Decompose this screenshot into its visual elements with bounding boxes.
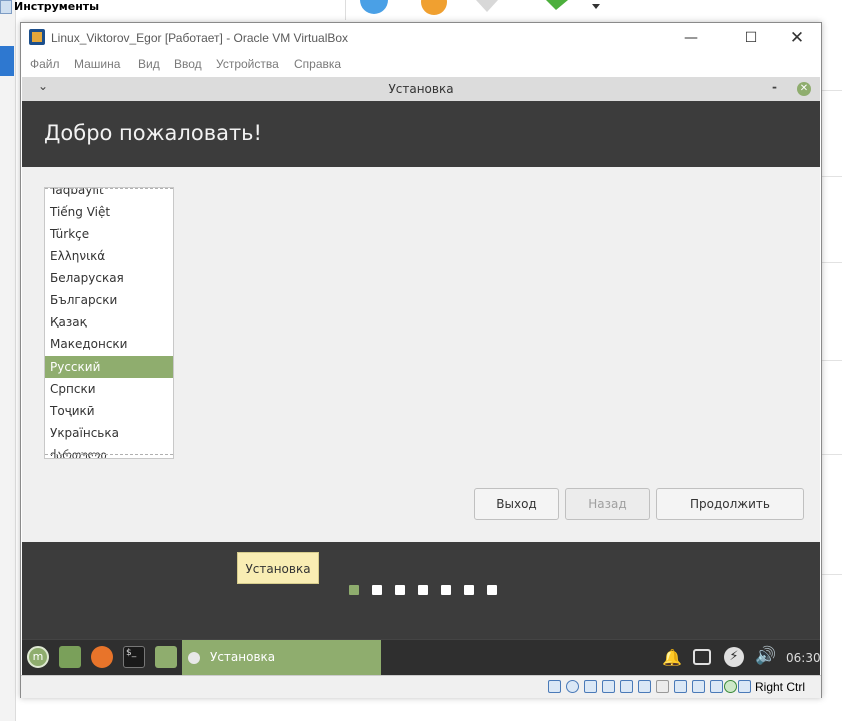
vbox-status-bar: Right Ctrl (21, 675, 821, 698)
language-item[interactable]: Ελληνικά (45, 245, 173, 267)
network-icon[interactable] (602, 680, 615, 693)
notifications-bell-icon[interactable]: 🔔 (662, 648, 682, 667)
close-button[interactable]: ✕ (775, 27, 819, 49)
installer-minimize-button[interactable]: - (772, 80, 777, 94)
menu-help[interactable]: Справка (294, 57, 341, 71)
taskbar-active-window[interactable]: Установка (182, 640, 381, 676)
vm-list-item-selected[interactable] (0, 46, 14, 76)
clock[interactable]: 06:30 (786, 651, 821, 665)
hard-disk-icon[interactable] (548, 680, 561, 693)
language-item-selected[interactable]: Русский (45, 356, 173, 378)
continue-button[interactable]: Продолжить (656, 488, 804, 520)
show-desktop-icon[interactable] (59, 646, 81, 668)
mouse-integration-icon[interactable] (724, 680, 737, 693)
language-item[interactable]: Taqbaylit (45, 188, 173, 201)
guest-display: ⌄ Установка - ✕ Добро пожаловать! Taqbay… (22, 77, 820, 640)
keyboard-capture-icon[interactable] (738, 680, 751, 693)
settings-gear-icon (421, 0, 447, 15)
language-item[interactable]: ქართული (45, 444, 173, 458)
audio-icon[interactable] (584, 680, 597, 693)
power-lightning-icon[interactable]: ⚡ (724, 647, 744, 667)
menu-machine[interactable]: Машина (74, 57, 120, 71)
window-title: Linux_Viktorov_Egor [Работает] - Oracle … (51, 31, 349, 45)
taskbar-window-label: Установка (210, 650, 276, 664)
taskbar-tooltip: Установка (237, 552, 319, 584)
manager-details-pane (822, 20, 842, 720)
display-icon[interactable] (656, 680, 669, 693)
volume-icon[interactable]: 🔊 (755, 646, 776, 666)
menu-input[interactable]: Ввод (174, 57, 202, 71)
discard-icon (476, 0, 498, 12)
vm-menubar: Файл Машина Вид Ввод Устройства Справка (21, 53, 821, 75)
chevron-down-icon (592, 4, 600, 9)
tools-label[interactable]: Инструменты (14, 0, 99, 13)
host-key-label: Right Ctrl (755, 680, 806, 694)
installer-title: Установка (388, 82, 454, 96)
progress-dot (464, 585, 474, 595)
language-list[interactable]: Taqbaylit Tiếng Việt Türkçe Ελληνικά Бел… (44, 187, 174, 459)
disc-icon (188, 652, 200, 664)
language-item[interactable]: Македонски (45, 333, 173, 355)
menu-devices[interactable]: Устройства (216, 57, 279, 71)
progress-dot (372, 585, 382, 595)
vm-window: Linux_Viktorov_Egor [Работает] - Oracle … (20, 22, 822, 698)
files-folder-icon[interactable] (155, 646, 177, 668)
start-arrow-icon (546, 0, 568, 10)
progress-dot (418, 585, 428, 595)
virtualbox-app-icon (29, 29, 45, 45)
cpu-icon[interactable] (710, 680, 723, 693)
firefox-icon[interactable] (91, 646, 113, 668)
maximize-button[interactable]: ☐ (729, 27, 773, 49)
progress-dot (441, 585, 451, 595)
usb-icon[interactable] (620, 680, 633, 693)
page-title: Добро пожаловать! (44, 121, 262, 145)
menu-view[interactable]: Вид (138, 57, 160, 71)
language-item[interactable]: Қазақ (45, 311, 173, 333)
language-item[interactable]: Беларуская (45, 267, 173, 289)
tools-icon[interactable] (0, 0, 12, 14)
manager-toolbar (345, 0, 842, 20)
manager-left-strip (0, 0, 16, 721)
new-vm-icon (360, 0, 388, 14)
installer-titlebar[interactable]: ⌄ Установка - ✕ (22, 77, 820, 101)
workspace-switcher-icon[interactable] (693, 649, 711, 665)
progress-dot (487, 585, 497, 595)
mint-menu-icon[interactable]: m (27, 646, 49, 668)
language-item[interactable]: Български (45, 289, 173, 311)
guest-taskbar: m $_ Установка 🔔 ⚡ 🔊 06:30 (22, 639, 821, 676)
optical-drive-icon[interactable] (566, 680, 579, 693)
language-item[interactable]: Українська (45, 422, 173, 444)
installer-close-button[interactable]: ✕ (797, 82, 811, 96)
installer-header: Добро пожаловать! (22, 101, 820, 167)
language-item[interactable]: Тоҷикӣ (45, 400, 173, 422)
language-item[interactable]: Tiếng Việt (45, 201, 173, 223)
window-titlebar[interactable]: Linux_Viktorov_Egor [Работает] - Oracle … (21, 23, 821, 53)
progress-dot (395, 585, 405, 595)
menu-file[interactable]: Файл (30, 57, 60, 71)
minimize-button[interactable]: — (669, 27, 713, 49)
progress-footer (22, 542, 820, 640)
quit-button[interactable]: Выход (474, 488, 559, 520)
terminal-icon[interactable]: $_ (123, 646, 145, 668)
video-capture-icon[interactable] (674, 680, 687, 693)
shared-folders-icon[interactable] (638, 680, 651, 693)
progress-dot-active (349, 585, 359, 595)
language-item[interactable]: Türkçe (45, 223, 173, 245)
virtualization-icon[interactable] (692, 680, 705, 693)
language-item[interactable]: Српски (45, 378, 173, 400)
back-button[interactable]: Назад (565, 488, 650, 520)
